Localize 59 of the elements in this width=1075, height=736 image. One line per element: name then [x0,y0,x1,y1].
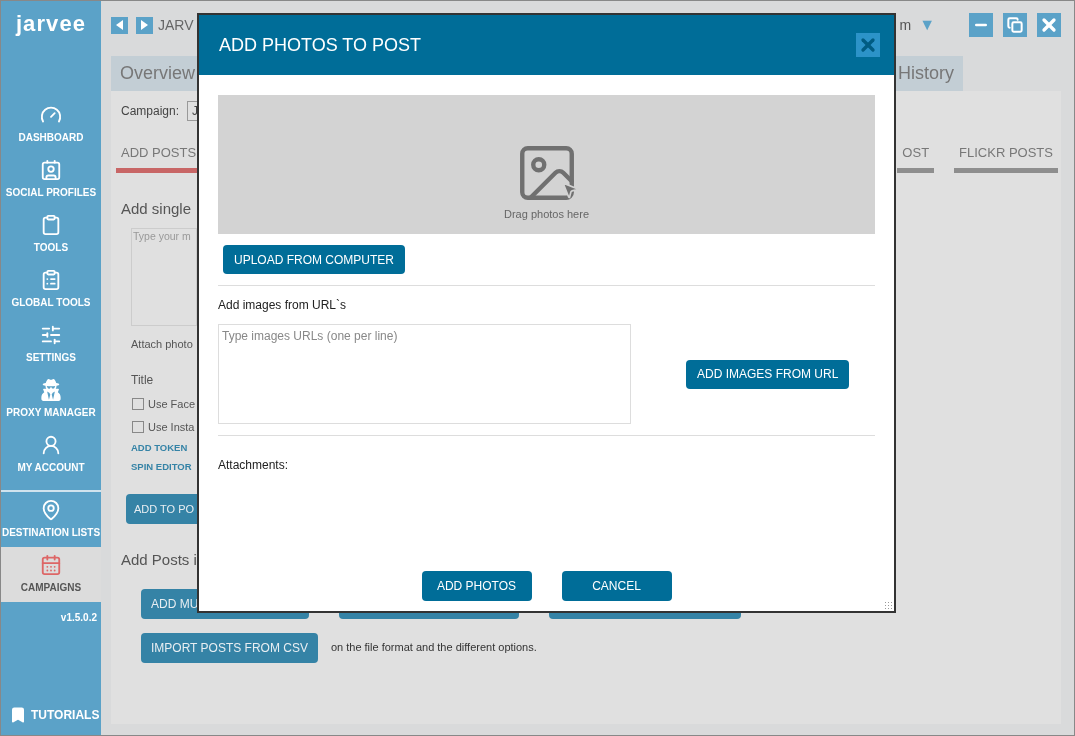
forward-icon [141,20,148,30]
dialog-button[interactable]: ADD PHOTOS [421,571,532,601]
checkbox[interactable] [132,397,144,410]
post-tab[interactable]: FLICKR POSTS [954,143,1058,173]
restore-button[interactable] [1003,13,1027,37]
section-heading: Add single [121,198,192,219]
sidebar-icon [40,499,62,521]
attach-label: Attach photo [131,337,193,352]
checkbox[interactable] [132,421,144,434]
checkbox-label: Use Insta [148,420,195,435]
sidebar-item[interactable]: SOCIAL PROFILES [1,152,101,207]
sidebar-item[interactable]: SETTINGS [1,317,101,372]
version-label: v1.5.0.2 [59,611,98,625]
close-icon [858,35,878,55]
close-icon [1039,15,1059,35]
app-title: JARV [158,15,194,35]
dialog-close-button[interactable] [856,33,880,57]
url-label: Add images from URL`s [218,297,348,314]
close-button[interactable] [1037,13,1061,37]
sidebar-item[interactable]: DESTINATION LISTS [1,492,101,547]
campaign-label: Campaign: [121,103,180,120]
sidebar-icon [40,434,62,456]
account-dropdown[interactable]: ▼ [919,13,935,37]
sidebar-item[interactable]: PROXY MANAGER [1,372,101,427]
dialog-title: ADD PHOTOS TO POST [219,33,422,57]
title-label: Title [131,371,154,389]
drop-zone[interactable]: Drag photos here [218,95,875,234]
sidebar-icon [40,214,62,236]
sidebar-icon [40,269,62,291]
sidebar-item[interactable]: DASHBOARD [1,97,101,152]
back-icon [116,20,123,30]
sidebar-item[interactable]: MY ACCOUNT [1,427,101,482]
sidebar-item[interactable]: TOOLS [1,207,101,262]
back-button[interactable] [111,16,128,34]
sidebar-icon [40,324,62,346]
add-from-url-button[interactable]: ADD IMAGES FROM URL [686,359,850,389]
help-text: on the file format and the different options. [330,640,537,656]
sidebar-icon [40,159,62,181]
url-field[interactable]: Type images URLs (one per line) [218,324,631,424]
drop-hint: Drag photos here [504,206,589,222]
tutorials-link[interactable]: TUTORIALS [1,703,101,735]
account-name: m [899,15,912,35]
attachments-label: Attachments: [218,457,290,474]
sidebar-item[interactable]: CAMPAIGNS [1,547,101,602]
logo: jarvee [14,9,88,38]
restore-icon [1007,17,1023,33]
forward-button[interactable] [136,16,153,34]
import-csv-button[interactable]: IMPORT POSTS FROM CSV [141,632,318,663]
sidebar-item[interactable]: GLOBAL TOOLS [1,262,101,317]
text-link[interactable]: SPIN EDITOR [131,459,192,474]
sidebar-icon [40,379,62,401]
minimize-button[interactable] [969,13,993,37]
section-heading: Add Posts i [121,550,197,570]
sidebar-icon [40,554,62,576]
checkbox-label: Use Face [148,396,196,412]
dialog-button[interactable]: CANCEL [561,571,672,601]
message-field[interactable]: Type your m [131,228,197,326]
text-link[interactable]: ADD TOKEN [131,440,188,455]
upload-button[interactable]: UPLOAD FROM COMPUTER [223,245,405,274]
